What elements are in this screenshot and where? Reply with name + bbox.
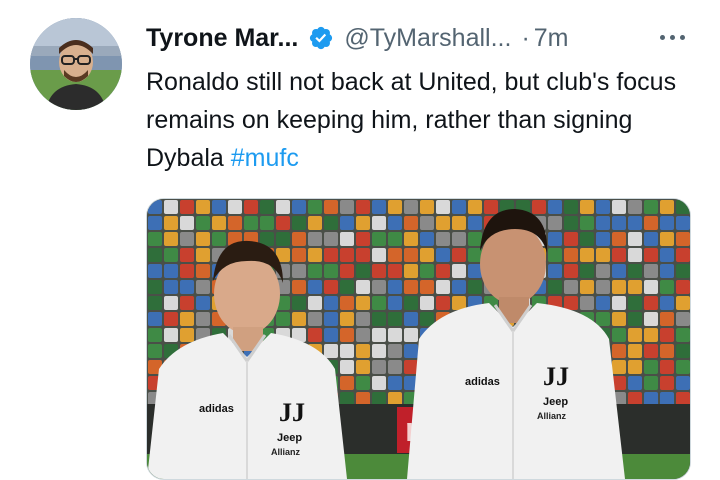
juventus-crest-right: JJ — [543, 362, 569, 391]
tweet-timestamp[interactable]: 7m — [534, 24, 569, 53]
jeep-sponsor-left: Jeep — [277, 432, 302, 444]
tweet-text: Ronaldo still not back at United, but cl… — [146, 63, 706, 177]
more-options-icon[interactable] — [655, 20, 689, 54]
separator-dot: · — [521, 23, 530, 52]
adidas-logo-right: adidas — [465, 376, 500, 388]
hashtag-link[interactable]: #mufc — [231, 144, 299, 172]
jeep-sponsor-right: Jeep — [543, 396, 568, 408]
author-handle[interactable]: @TyMarshall... — [344, 24, 511, 53]
allianz-logo-left: Allianz — [271, 447, 301, 457]
tweet-header: Tyrone Mar... @TyMarshall... · 7m — [146, 18, 696, 58]
author-avatar[interactable] — [30, 18, 122, 110]
adidas-logo-left: adidas — [199, 403, 234, 415]
author-name[interactable]: Tyrone Mar... — [146, 24, 298, 53]
media-photo: nin adidas JJ Jeep Allianz adidas JJ Jee… — [147, 199, 690, 479]
tweet-body: Ronaldo still not back at United, but cl… — [146, 68, 677, 172]
verified-badge-icon — [310, 26, 333, 50]
tweet-media[interactable]: nin adidas JJ Jeep Allianz adidas JJ Jee… — [146, 198, 691, 480]
avatar-photo — [30, 18, 122, 110]
juventus-crest-left: JJ — [279, 398, 305, 427]
allianz-logo-right: Allianz — [537, 411, 567, 421]
